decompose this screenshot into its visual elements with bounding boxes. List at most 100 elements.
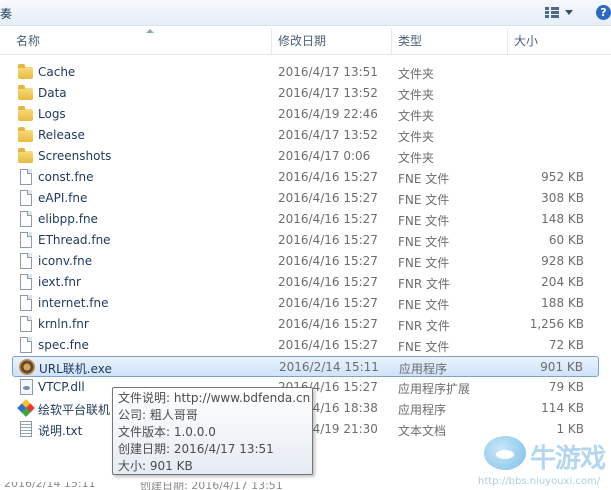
file-name: iext.fnr [38, 275, 81, 289]
file-date: 2016/4/16 15:27 [278, 317, 378, 331]
file-size: 60 KB [548, 233, 584, 247]
file-name: internet.fne [38, 296, 109, 310]
file-name: VTCP.dll [38, 380, 85, 394]
column-header-name[interactable]: 名称 [10, 28, 272, 55]
file-row[interactable]: EThread.fne 2016/4/16 15:27 FNE 文件 60 KB [12, 230, 599, 251]
text-file-icon [20, 421, 32, 437]
file-icon [20, 190, 32, 206]
file-size: 901 KB [540, 360, 583, 374]
file-name: 绘软平台联机 [38, 403, 111, 417]
file-name: const.fne [38, 170, 94, 184]
file-size: 952 KB [541, 170, 584, 184]
file-row[interactable]: Cache 2016/4/17 13:51 文件夹 [12, 62, 599, 83]
column-header-date[interactable]: 修改日期 [272, 28, 392, 55]
file-date: 2016/4/17 0:06 [278, 149, 371, 163]
file-icon [20, 274, 32, 290]
file-name: URL联机.exe [39, 362, 112, 376]
tooltip-version: 文件版本: 1.0.0.0 [118, 425, 216, 439]
file-type: FNE 文件 [398, 172, 450, 186]
tooltip-size: 大小: 901 KB [118, 459, 193, 473]
help-icon[interactable]: ? [596, 5, 611, 20]
tooltip-description: 文件说明: http://www.bdfenda.cn [118, 391, 311, 405]
folder-icon [18, 127, 33, 142]
file-type: FNE 文件 [398, 298, 450, 312]
details-view-icon [545, 7, 559, 18]
file-type: 文本文档 [398, 424, 447, 438]
file-type: FNE 文件 [398, 235, 450, 249]
file-row[interactable]: elibpp.fne 2016/4/16 15:27 FNE 文件 148 KB [12, 209, 599, 230]
file-name: Release [38, 128, 85, 142]
file-name: Cache [38, 65, 76, 79]
file-name: EThread.fne [38, 233, 111, 247]
file-row[interactable]: spec.fne 2016/4/16 15:27 FNE 文件 72 KB [12, 335, 599, 356]
status-modified: 2016/2/14 15:11 [4, 482, 96, 490]
file-size: 148 KB [541, 212, 584, 226]
file-size: 114 KB [541, 401, 584, 415]
file-row[interactable]: eAPI.fne 2016/4/16 15:27 FNE 文件 308 KB [12, 188, 599, 209]
chevron-down-icon[interactable] [565, 10, 573, 15]
file-row[interactable]: internet.fne 2016/4/16 15:27 FNE 文件 188 KB [12, 293, 599, 314]
file-type: 文件夹 [398, 130, 435, 144]
file-row[interactable]: krnln.fnr 2016/4/16 15:27 FNR 文件 1,256 KB [12, 314, 599, 335]
tooltip-created: 创建日期: 2016/4/17 13:51 [118, 442, 274, 456]
column-header-row: 名称 修改日期 类型 大小 [0, 28, 611, 55]
file-type: 应用程序 [398, 403, 447, 417]
file-size: 1,256 KB [529, 317, 584, 331]
file-row[interactable]: iconv.fne 2016/4/16 15:27 FNE 文件 928 KB [12, 251, 599, 272]
file-size: 188 KB [541, 296, 584, 310]
toolbar-label: 奏 [0, 7, 13, 21]
file-type: 文件夹 [398, 109, 435, 123]
file-date: 2016/4/16 15:27 [278, 338, 378, 352]
status-created: 创建日期: 2016/4/17 13:51 [140, 482, 283, 490]
file-date: 2016/4/16 15:27 [278, 191, 378, 205]
file-type: FNR 文件 [398, 277, 451, 291]
app-icon [17, 399, 35, 417]
file-icon [20, 295, 32, 311]
exe-icon [19, 359, 35, 375]
file-type: FNE 文件 [398, 340, 450, 354]
file-size: 79 KB [548, 380, 584, 394]
file-type: 文件夹 [398, 67, 435, 81]
file-date: 2016/4/19 22:46 [278, 107, 378, 121]
file-row[interactable]: const.fne 2016/4/16 15:27 FNE 文件 952 KB [12, 167, 599, 188]
file-date: 2016/4/16 15:27 [278, 170, 378, 184]
file-icon [20, 253, 32, 269]
sort-ascending-icon [146, 29, 154, 33]
file-type: FNE 文件 [398, 193, 450, 207]
file-size: 204 KB [541, 275, 584, 289]
file-type: FNR 文件 [398, 319, 451, 333]
file-row[interactable]: iext.fnr 2016/4/16 15:27 FNR 文件 204 KB [12, 272, 599, 293]
watermark-url: http://bbs.niuyouxi.com/ [478, 476, 601, 487]
file-icon [20, 337, 32, 353]
toolbar: 奏 ? [0, 0, 611, 26]
column-header-size[interactable]: 大小 [508, 28, 596, 55]
file-date: 2016/4/16 15:27 [278, 233, 378, 247]
file-name: spec.fne [38, 338, 89, 352]
dll-icon [20, 379, 33, 395]
file-type: 应用程序 [399, 362, 448, 376]
file-name: elibpp.fne [38, 212, 98, 226]
file-row[interactable]: Data 2016/4/17 13:52 文件夹 [12, 83, 599, 104]
file-name: Screenshots [38, 149, 112, 163]
file-type: FNE 文件 [398, 256, 450, 270]
file-size: 308 KB [541, 191, 584, 205]
file-name: krnln.fnr [38, 317, 89, 331]
file-row[interactable]: Logs 2016/4/19 22:46 文件夹 [12, 104, 599, 125]
file-date: 2016/4/16 15:27 [278, 296, 378, 310]
file-date: 2016/4/16 15:27 [278, 212, 378, 226]
file-date: 2016/4/17 13:52 [278, 128, 378, 142]
file-row[interactable]: URL联机.exe 2016/2/14 15:11 应用程序 901 KB [12, 356, 599, 377]
file-size: 72 KB [548, 338, 584, 352]
file-row[interactable]: Release 2016/4/17 13:52 文件夹 [12, 125, 599, 146]
file-icon [20, 169, 32, 185]
file-type: 文件夹 [398, 88, 435, 102]
watermark-brand: 牛游戏 [530, 444, 606, 474]
file-date: 2016/4/16 15:27 [278, 275, 378, 289]
column-header-type[interactable]: 类型 [392, 28, 508, 55]
change-view-button[interactable] [541, 3, 585, 22]
folder-icon [18, 85, 33, 100]
file-name: eAPI.fne [38, 191, 88, 205]
folder-icon [18, 106, 33, 121]
file-row[interactable]: Screenshots 2016/4/17 0:06 文件夹 [12, 146, 599, 167]
folder-icon [18, 148, 33, 163]
